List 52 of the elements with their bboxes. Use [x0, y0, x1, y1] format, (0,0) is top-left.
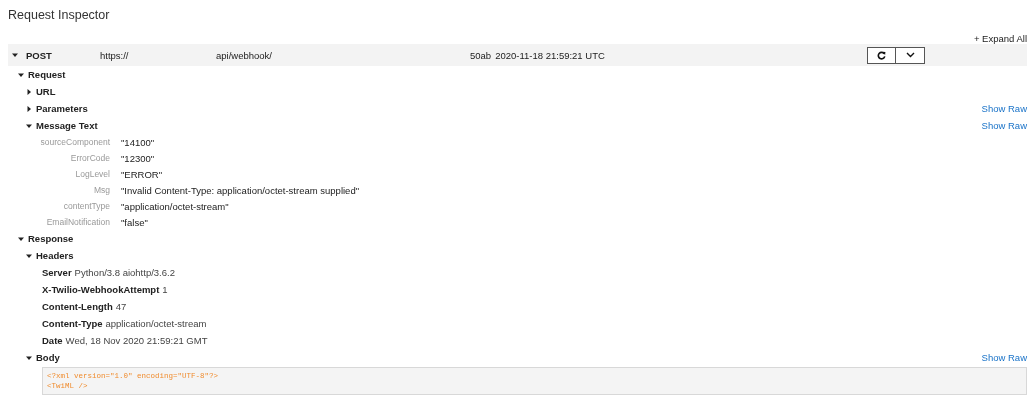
refresh-icon — [877, 50, 886, 60]
show-raw-link[interactable]: Show Raw — [981, 103, 1027, 114]
request-bar[interactable]: POST https:// api/webhook/ 50ab 2020-11-18 21:59:21 UTC — [8, 44, 1027, 66]
section-label[interactable]: Request — [28, 69, 66, 80]
section-label[interactable]: Response — [28, 233, 74, 244]
url-scheme: https:// — [100, 49, 130, 61]
show-raw-link[interactable]: Show Raw — [981, 120, 1027, 131]
header-value: Python/3.8 aiohttp/3.6.2 — [74, 267, 175, 278]
parameter-value: "false" — [121, 216, 148, 228]
section-label[interactable]: Body — [36, 352, 60, 363]
parameter-name: LogLevel — [74, 169, 110, 179]
parameter-value: "ERROR" — [121, 168, 163, 180]
page-title: Request Inspector — [8, 8, 111, 24]
parameter-name: EmailNotification — [45, 217, 110, 227]
parameter-value: "Invalid Content-Type: application/octet-stream supplied" — [121, 184, 360, 196]
header-value: Wed, 18 Nov 2020 21:59:21 GMT — [65, 335, 208, 346]
chevron-down-icon — [905, 52, 915, 58]
section-label[interactable]: URL — [36, 86, 56, 97]
parameter-value: "application/octet-stream" — [121, 200, 229, 212]
caret-right-icon[interactable] — [26, 88, 32, 95]
caret-down-icon[interactable] — [18, 235, 24, 242]
header-name: Content-Type — [42, 318, 103, 329]
section-label[interactable]: Parameters — [36, 103, 88, 114]
caret-down-icon[interactable] — [12, 52, 18, 58]
caret-down-icon[interactable] — [18, 71, 24, 78]
section-label[interactable]: Headers — [36, 250, 74, 261]
header-value: application/octet-stream — [105, 318, 207, 329]
caret-down-icon[interactable] — [26, 252, 32, 259]
refresh-button[interactable] — [867, 46, 896, 64]
header-value: 1 — [162, 284, 168, 295]
parameter-value: "14100" — [121, 136, 155, 148]
timestamp: 2020-11-18 21:59:21 UTC — [495, 49, 605, 61]
header-name: Server — [42, 267, 72, 278]
parameter-name: contentType — [62, 201, 110, 211]
header-name: X-Twilio-WebhookAttempt — [42, 284, 160, 295]
section-label[interactable]: Message Text — [36, 120, 98, 131]
caret-down-icon[interactable] — [26, 122, 32, 129]
show-raw-link[interactable]: Show Raw — [981, 352, 1027, 363]
parameter-name: Msg — [92, 185, 110, 195]
parameter-name: ErrorCode — [69, 153, 110, 163]
url-path: api/webhook/ — [216, 49, 273, 61]
parameter-name: sourceComponent — [39, 137, 110, 147]
header-value: 47 — [115, 301, 127, 312]
parameter-value: "12300" — [121, 152, 155, 164]
caret-right-icon[interactable] — [26, 105, 32, 112]
request-id: 50ab — [470, 49, 492, 61]
http-method: POST — [26, 49, 53, 61]
expand-all-link[interactable]: + Expand All — [973, 33, 1027, 44]
caret-down-icon[interactable] — [26, 354, 32, 361]
header-name: Date — [42, 335, 63, 346]
dropdown-button[interactable] — [896, 46, 925, 64]
header-name: Content-Length — [42, 301, 113, 312]
